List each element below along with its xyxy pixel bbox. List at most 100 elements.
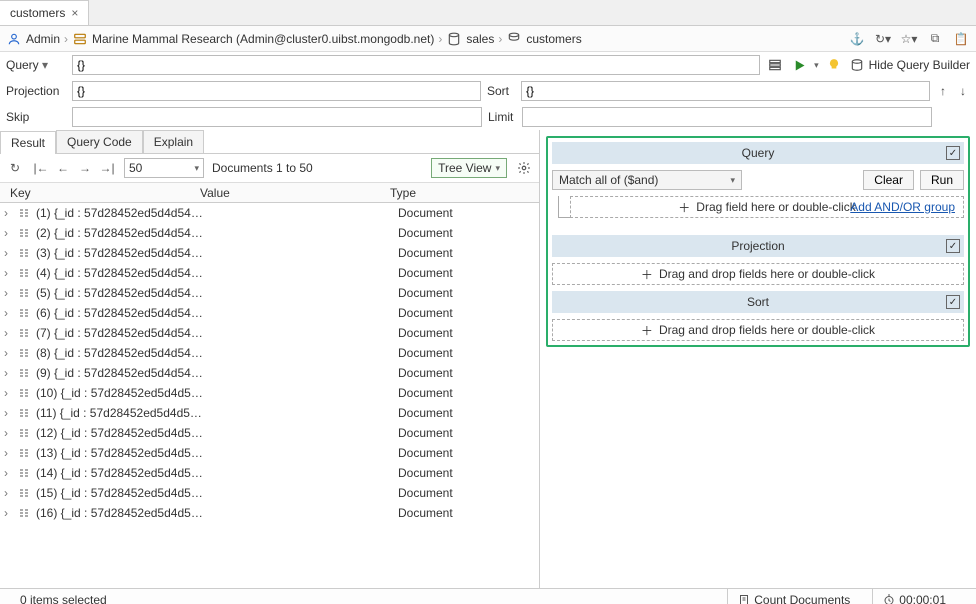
expand-icon[interactable]: › (4, 246, 16, 260)
qb-projection-checkbox[interactable]: ✓ (946, 239, 960, 253)
query-label: Query ▾ (6, 58, 66, 72)
tab-querycode[interactable]: Query Code (56, 130, 143, 153)
table-row[interactable]: ›(16) {_id : 57d28452ed5d4d54e { 13 fiel… (0, 503, 539, 523)
query-input[interactable] (72, 55, 760, 75)
sort-input[interactable] (521, 81, 930, 101)
table-row[interactable]: › (14) {_id : 57d28452ed5d4d54e { 14 fiel… (0, 463, 539, 483)
table-row[interactable]: › (12) {_id : 57d28452ed5d4d54e { 14 fiel… (0, 423, 539, 443)
count-documents-button[interactable]: Count Documents (727, 589, 860, 604)
table-row[interactable]: ›(2) {_id : 57d28452ed5d4d54e8 { 13 fiel… (0, 223, 539, 243)
match-operator-select[interactable]: Match all of ($and)▾ (552, 170, 742, 190)
col-key[interactable]: Key (0, 186, 200, 200)
query-dropzone[interactable]: ＋ Drag field here or double-click Add AN… (570, 196, 964, 218)
plus-icon: ＋ (641, 266, 653, 283)
prev-page-icon[interactable]: ← (54, 159, 72, 177)
table-row[interactable]: ›(7) {_id : 57d28452ed5d4d54e8 { 14 fiel… (0, 323, 539, 343)
document-icon (16, 466, 32, 480)
table-row[interactable]: ›(9) {_id : 57d28452ed5d4d54e8 { 13 fiel… (0, 363, 539, 383)
database-icon (446, 31, 462, 47)
qb-sort-checkbox[interactable]: ✓ (946, 295, 960, 309)
sort-asc-icon[interactable]: ↑ (936, 84, 950, 98)
run-icon[interactable] (790, 56, 808, 74)
limit-input[interactable] (522, 107, 932, 127)
expand-icon[interactable]: › (4, 326, 16, 340)
expand-icon[interactable]: › (4, 346, 16, 360)
table-row[interactable]: ›(8) {_id : 57d28452ed5d4d54e8 { 13 fiel… (0, 343, 539, 363)
expand-icon[interactable]: › (4, 366, 16, 380)
options-icon[interactable] (766, 56, 784, 74)
table-row[interactable]: › (6) {_id : 57d28452ed5d4d54e8 { 14 fiel… (0, 303, 539, 323)
document-icon (16, 486, 32, 500)
table-row[interactable]: › (4) {_id : 57d28452ed5d4d54e8 { 13 fiel… (0, 263, 539, 283)
hide-query-builder-button[interactable]: Hide Query Builder (849, 58, 970, 72)
expand-icon[interactable]: › (4, 486, 16, 500)
expand-icon[interactable]: › (4, 286, 16, 300)
collection-icon (506, 31, 522, 47)
view-mode-select[interactable]: Tree View▾ (431, 158, 507, 178)
row-key: (12) {_id : 57d28452ed5d4d54e { 14 field… (32, 426, 208, 440)
table-row[interactable]: ›(3) {_id : 57d28452ed5d4d54e8 { 13 fiel… (0, 243, 539, 263)
tab-customers[interactable]: customers × (0, 0, 89, 25)
expand-icon[interactable]: › (4, 466, 16, 480)
row-type: Document (398, 226, 539, 240)
document-icon (16, 266, 32, 280)
tab-result[interactable]: Result (0, 131, 56, 154)
expand-icon[interactable]: › (4, 506, 16, 520)
first-page-icon[interactable]: |← (32, 159, 50, 177)
breadcrumb-db[interactable]: sales (466, 32, 494, 46)
expand-icon[interactable]: › (4, 426, 16, 440)
table-row[interactable]: ›(11) {_id : 57d28452ed5d4d54e { 12 fiel… (0, 403, 539, 423)
chevron-down-icon[interactable]: ▾ (42, 58, 48, 72)
add-group-link[interactable]: Add AND/OR group (850, 200, 955, 214)
refresh-icon[interactable]: ↻ (6, 159, 24, 177)
run-button[interactable]: Run (920, 170, 964, 190)
close-icon[interactable]: × (71, 6, 78, 20)
breadcrumb-cluster[interactable]: Marine Mammal Research (Admin@cluster0.u… (92, 32, 434, 46)
col-value[interactable]: Value (200, 186, 390, 200)
star-dropdown-icon[interactable]: ☆▾ (900, 30, 918, 48)
tab-explain[interactable]: Explain (143, 130, 204, 153)
results-toolbar: ↻ |← ← → →| 50▾ Documents 1 to 50 Tree V… (0, 154, 539, 183)
next-page-icon[interactable]: → (76, 159, 94, 177)
table-row[interactable]: ›(13) {_id : 57d28452ed5d4d54e { 14 fiel… (0, 443, 539, 463)
row-type: Document (398, 386, 539, 400)
document-icon (16, 306, 32, 320)
qb-query-checkbox[interactable]: ✓ (946, 146, 960, 160)
page-size-select[interactable]: 50▾ (124, 158, 204, 178)
copy-icon[interactable]: ⧉ (926, 30, 944, 48)
sort-desc-icon[interactable]: ↓ (956, 84, 970, 98)
projection-input[interactable] (72, 81, 481, 101)
clear-button[interactable]: Clear (863, 170, 914, 190)
projection-dropzone[interactable]: ＋ Drag and drop fields here or double-cl… (552, 263, 964, 285)
row-type: Document (398, 486, 539, 500)
expand-icon[interactable]: › (4, 206, 16, 220)
expand-icon[interactable]: › (4, 386, 16, 400)
breadcrumb: Admin › Marine Mammal Research (Admin@cl… (0, 26, 976, 52)
expand-icon[interactable]: › (4, 446, 16, 460)
breadcrumb-user[interactable]: Admin (26, 32, 60, 46)
col-type[interactable]: Type (390, 186, 539, 200)
table-row[interactable]: ›(10) {_id : 57d28452ed5d4d54e { 14 fiel… (0, 383, 539, 403)
table-row[interactable]: ›(1) {_id : 57d28452ed5d4d54e8 { 14 fiel… (0, 203, 539, 223)
paste-icon[interactable]: 📋 (952, 30, 970, 48)
row-key: (4) {_id : 57d28452ed5d4d54e8 { 13 field… (32, 266, 208, 280)
chevron-right-icon: › (438, 32, 442, 46)
expand-icon[interactable]: › (4, 226, 16, 240)
skip-input[interactable] (72, 107, 482, 127)
refresh-dropdown-icon[interactable]: ↻▾ (874, 30, 892, 48)
expand-icon[interactable]: › (4, 266, 16, 280)
run-dropdown-icon[interactable]: ▾ (814, 60, 819, 71)
bulb-icon[interactable] (825, 56, 843, 74)
anchor-icon[interactable]: ⚓ (848, 30, 866, 48)
expand-icon[interactable]: › (4, 306, 16, 320)
table-row[interactable]: ›(15) {_id : 57d28452ed5d4d54e { 14 fiel… (0, 483, 539, 503)
last-page-icon[interactable]: →| (98, 159, 116, 177)
sort-dropzone[interactable]: ＋ Drag and drop fields here or double-cl… (552, 319, 964, 341)
row-key: (14) {_id : 57d28452ed5d4d54e { 14 field… (32, 466, 208, 480)
table-row[interactable]: ›(5) {_id : 57d28452ed5d4d54e8 { 12 fiel… (0, 283, 539, 303)
grid-body[interactable]: ›(1) {_id : 57d28452ed5d4d54e8 { 14 fiel… (0, 203, 539, 588)
gear-icon[interactable] (515, 159, 533, 177)
breadcrumb-collection[interactable]: customers (526, 32, 581, 46)
expand-icon[interactable]: › (4, 406, 16, 420)
row-key: (6) {_id : 57d28452ed5d4d54e8 { 14 field… (32, 306, 208, 320)
